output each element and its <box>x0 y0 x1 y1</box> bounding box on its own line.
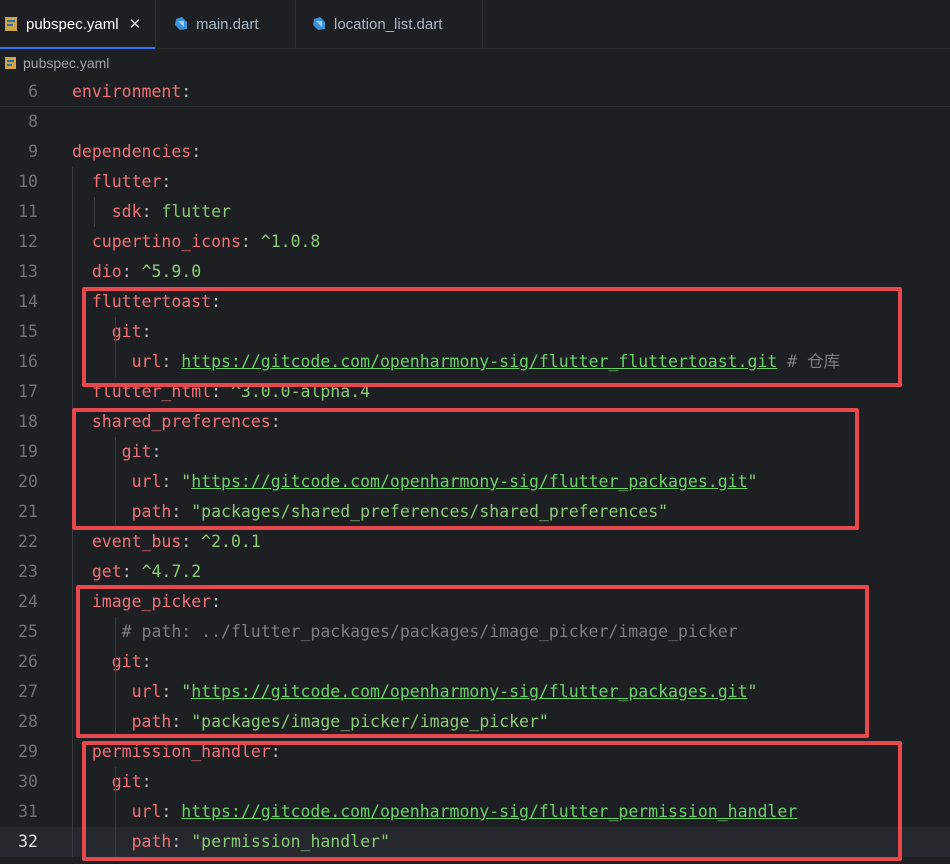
line-number: 18 <box>18 412 38 431</box>
code-line[interactable]: 10 flutter: <box>0 167 950 197</box>
code-text: cupertino_icons: ^1.0.8 <box>72 227 321 257</box>
code-line[interactable]: 22 event_bus: ^2.0.1 <box>0 527 950 557</box>
indent-guide <box>94 197 95 227</box>
line-number: 17 <box>18 382 38 401</box>
code-text: flutter: <box>72 167 171 197</box>
colon: : <box>121 562 142 581</box>
yaml-key: sdk <box>111 202 142 221</box>
line-number: 6 <box>28 82 38 101</box>
yaml-key: environment <box>72 82 182 101</box>
code-line[interactable]: 9 dependencies: <box>0 137 950 167</box>
yaml-key: cupertino_icons <box>91 232 241 251</box>
highlight-box-fluttertoast <box>82 287 902 387</box>
code-line[interactable]: 23 get: ^4.7.2 <box>0 557 950 587</box>
yaml-key: flutter <box>91 172 162 191</box>
editor-tab-bar: pubspec.yaml ✕ main.dart location_list.d… <box>0 0 950 49</box>
line-number: 14 <box>18 292 38 311</box>
tab-pubspec-yaml[interactable]: pubspec.yaml ✕ <box>0 0 156 49</box>
colon: : <box>161 172 172 191</box>
code-line[interactable]: 13 dio: ^5.9.0 <box>0 257 950 287</box>
line-number: 19 <box>18 442 38 461</box>
line-number: 28 <box>18 712 38 731</box>
code-text: dependencies: <box>72 137 201 167</box>
code-line[interactable]: 8 <box>0 107 950 137</box>
code-text: get: ^4.7.2 <box>72 557 201 587</box>
colon: : <box>181 82 192 101</box>
colon: : <box>121 262 142 281</box>
line-number: 13 <box>18 262 38 281</box>
code-text: sdk: flutter <box>72 197 231 227</box>
code-editor[interactable]: 6 environment: 8 9 dependencies: 10 flutter: 1… <box>0 77 950 864</box>
line-number: 27 <box>18 682 38 701</box>
tab-location-list-dart[interactable]: location_list.dart <box>296 0 483 48</box>
line-number: 29 <box>18 742 38 761</box>
code-text: dio: ^5.9.0 <box>72 257 201 287</box>
close-tab-icon[interactable]: ✕ <box>129 15 142 33</box>
colon: : <box>191 142 202 161</box>
yaml-file-icon <box>5 17 17 31</box>
yaml-key: dio <box>91 262 122 281</box>
code-text: event_bus: ^2.0.1 <box>72 527 261 557</box>
highlight-box-permission-handler <box>82 741 902 861</box>
yaml-value: ^5.9.0 <box>141 262 202 281</box>
yaml-key: event_bus <box>91 532 182 551</box>
code-line[interactable]: 11 sdk: flutter <box>0 197 950 227</box>
line-number: 16 <box>18 352 38 371</box>
highlight-box-image-picker <box>76 585 869 738</box>
tab-label: pubspec.yaml <box>26 15 119 33</box>
line-number: 8 <box>28 112 38 131</box>
line-number: 23 <box>18 562 38 581</box>
tab-main-dart[interactable]: main.dart <box>156 0 296 48</box>
line-number: 10 <box>18 172 38 191</box>
yaml-value: ^1.0.8 <box>260 232 321 251</box>
highlight-box-shared-preferences <box>72 408 859 530</box>
line-number: 12 <box>18 232 38 251</box>
tab-label: location_list.dart <box>334 15 443 33</box>
dart-file-icon <box>313 17 325 30</box>
line-number: 20 <box>18 472 38 491</box>
colon: : <box>181 532 202 551</box>
line-number: 9 <box>28 142 38 161</box>
yaml-key: get <box>91 562 122 581</box>
line-number: 31 <box>18 802 38 821</box>
breadcrumb[interactable]: pubspec.yaml <box>0 49 950 77</box>
colon: : <box>141 202 162 221</box>
line-number: 22 <box>18 532 38 551</box>
code-text: environment: <box>72 77 191 107</box>
line-number: 24 <box>18 592 38 611</box>
yaml-file-icon <box>5 57 16 69</box>
yaml-key: dependencies <box>72 142 192 161</box>
colon: : <box>240 232 261 251</box>
line-number: 21 <box>18 502 38 521</box>
yaml-value: ^2.0.1 <box>201 532 261 551</box>
line-number: 32 <box>18 832 38 851</box>
breadcrumb-file[interactable]: pubspec.yaml <box>23 55 109 71</box>
line-number: 30 <box>18 772 38 791</box>
code-line[interactable]: 6 environment: <box>0 77 950 107</box>
line-number: 26 <box>18 652 38 671</box>
yaml-value: ^4.7.2 <box>141 562 202 581</box>
tab-label: main.dart <box>196 15 259 33</box>
line-number: 25 <box>18 622 38 641</box>
line-number: 11 <box>18 202 38 221</box>
yaml-value: flutter <box>161 202 231 221</box>
dart-file-icon <box>175 17 187 30</box>
line-number: 15 <box>18 322 38 341</box>
code-line[interactable]: 12 cupertino_icons: ^1.0.8 <box>0 227 950 257</box>
